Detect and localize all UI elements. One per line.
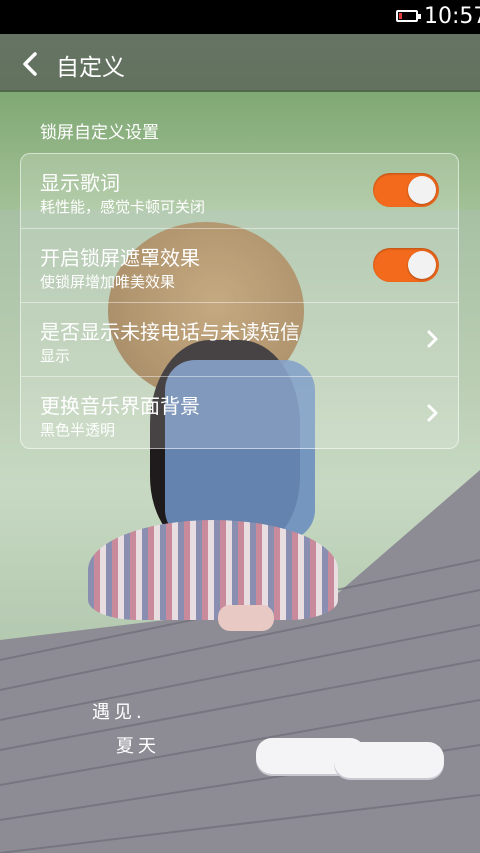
- battery-icon: [396, 10, 421, 22]
- setting-label: 更换音乐界面背景: [40, 394, 200, 418]
- setting-row-show-lyrics[interactable]: 显示歌词 耗性能，感觉卡顿可关闭: [21, 154, 458, 228]
- setting-label: 开启锁屏遮罩效果: [40, 246, 200, 270]
- setting-label: 显示歌词: [40, 171, 120, 195]
- setting-row-lockscreen-mask[interactable]: 开启锁屏遮罩效果 使锁屏增加唯美效果: [21, 228, 458, 303]
- status-clock: 10:57: [424, 4, 480, 29]
- settings-card: 显示歌词 耗性能，感觉卡顿可关闭 开启锁屏遮罩效果 使锁屏增加唯美效果 是否显示…: [20, 153, 459, 449]
- wallpaper-sandals: [256, 728, 444, 784]
- show-lyrics-toggle[interactable]: [373, 173, 439, 207]
- sandal-right: [334, 742, 444, 778]
- toggle-knob: [408, 176, 436, 204]
- wallpaper-text-line2: 夏天: [116, 736, 160, 757]
- page-title: 自定义: [56, 55, 125, 81]
- toggle-knob: [408, 251, 436, 279]
- title-bar: 自定义: [0, 34, 480, 92]
- setting-description: 显示: [40, 347, 71, 365]
- setting-description: 使锁屏增加唯美效果: [40, 273, 176, 291]
- wallpaper-skirt: [88, 520, 338, 620]
- section-label: 锁屏自定义设置: [40, 123, 159, 143]
- battery-level: [399, 13, 402, 19]
- setting-row-missed-calls[interactable]: 是否显示未接电话与未读短信 显示: [21, 302, 458, 377]
- status-bar: 10:57: [0, 0, 480, 34]
- wallpaper-text-line1: 遇见.: [92, 702, 146, 723]
- setting-description: 耗性能，感觉卡顿可关闭: [40, 198, 206, 216]
- chevron-left-icon[interactable]: [18, 51, 44, 77]
- lockscreen-mask-toggle[interactable]: [373, 248, 439, 282]
- setting-description: 黑色半透明: [40, 421, 116, 439]
- setting-row-music-background[interactable]: 更换音乐界面背景 黑色半透明: [21, 376, 458, 451]
- chevron-right-icon: [427, 330, 438, 348]
- chevron-right-icon: [427, 404, 438, 422]
- wallpaper-hand: [218, 605, 274, 631]
- setting-label: 是否显示未接电话与未读短信: [40, 320, 300, 344]
